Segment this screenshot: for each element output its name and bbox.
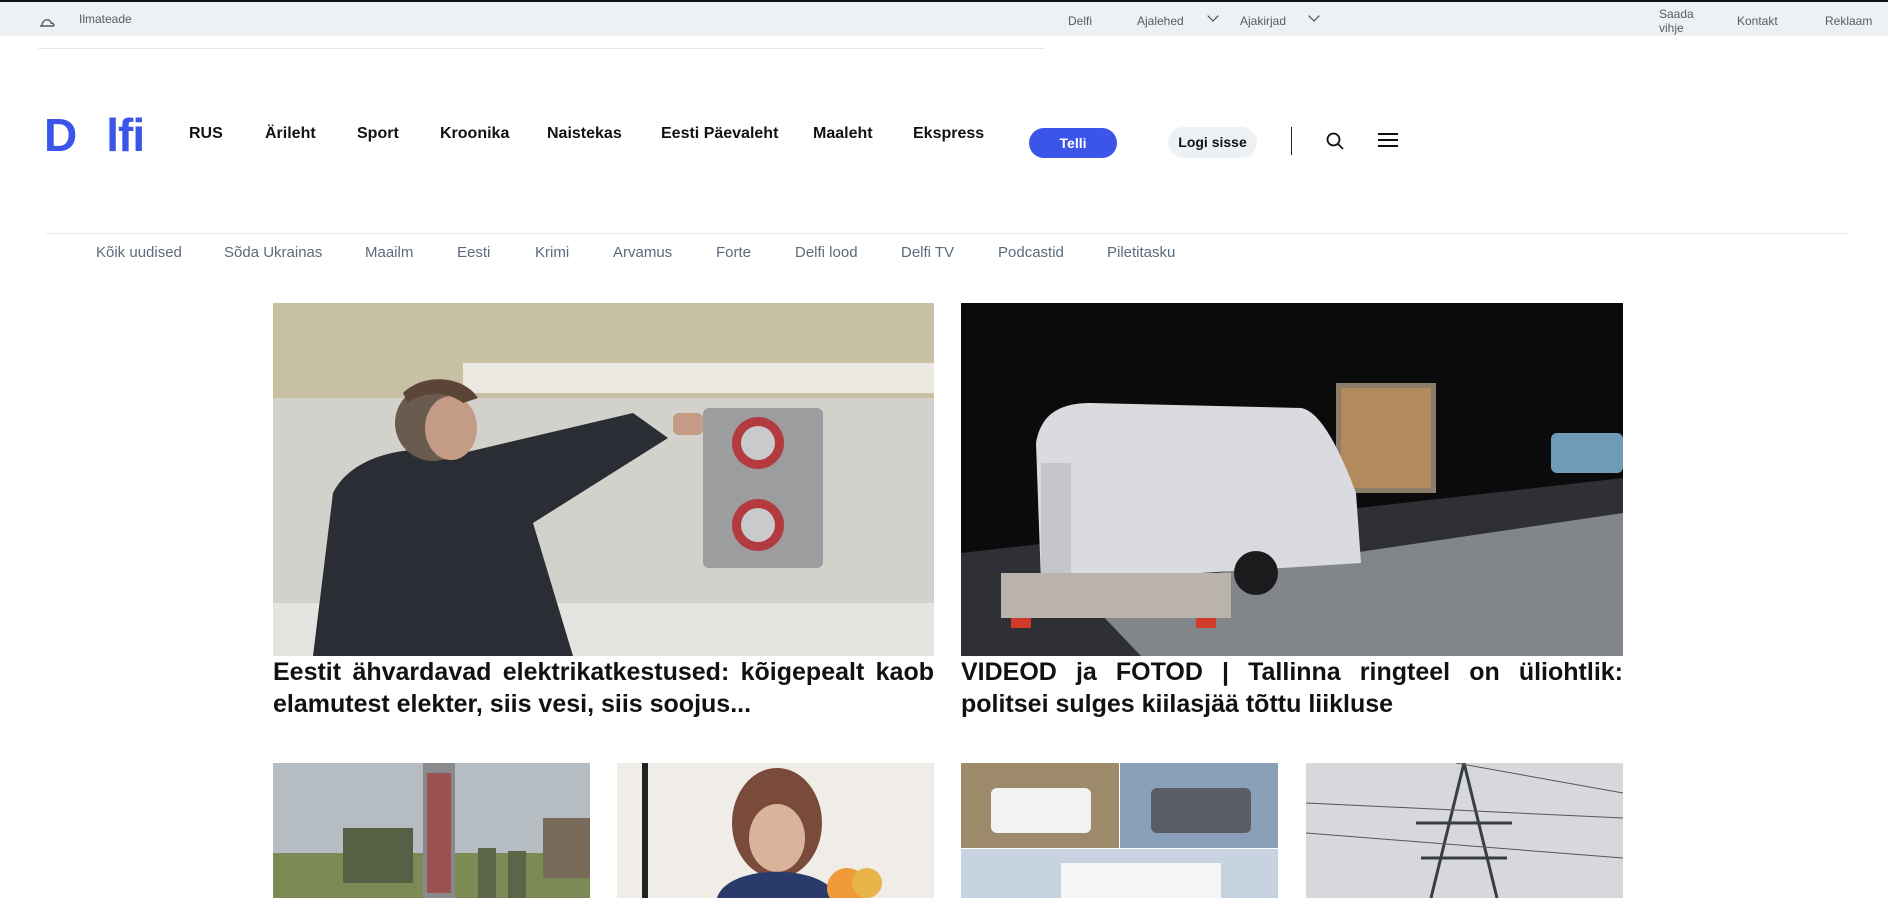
nav-item-ekspress[interactable]: Ekspress — [913, 124, 984, 144]
nav-item-kroonika[interactable]: Kroonika — [440, 124, 509, 144]
article-image[interactable] — [961, 303, 1623, 656]
nav-item-rus[interactable]: RUS — [189, 124, 223, 144]
contact-link[interactable]: Kontakt — [1737, 14, 1778, 28]
send-tip-link-line1[interactable]: Saada — [1659, 7, 1694, 21]
ajakirjad-dropdown[interactable]: Ajakirjad — [1240, 14, 1286, 28]
nav-item-eesti-paevaleht[interactable]: Eesti Päevaleht — [661, 124, 778, 144]
login-button[interactable]: Logi sisse — [1168, 127, 1257, 158]
section-delfi-stories[interactable]: Delfi lood — [795, 244, 858, 262]
section-piletitasku[interactable]: Piletitasku — [1107, 244, 1175, 262]
section-war-in-ukraine[interactable]: Sõda Ukrainas — [224, 244, 322, 262]
search-icon[interactable] — [1326, 132, 1344, 150]
divider — [1291, 127, 1292, 155]
subscribe-button[interactable]: Telli — [1029, 128, 1117, 158]
logo-letters-lfi: lfi — [106, 109, 145, 161]
hamburger-menu-icon[interactable] — [1377, 131, 1399, 149]
section-estonia[interactable]: Eesti — [457, 244, 490, 262]
advertising-link[interactable]: Reklaam — [1825, 14, 1872, 28]
section-opinion[interactable]: Arvamus — [613, 244, 672, 262]
divider — [46, 233, 1848, 234]
top-utility-bar: Ilmateade Delfi Ajalehed Ajakirjad Saada… — [0, 0, 1888, 36]
article-image[interactable] — [273, 763, 590, 898]
article-headline[interactable]: Eestit ähvardavad elektrikatkestused: kõ… — [273, 656, 934, 720]
section-world[interactable]: Maailm — [365, 244, 413, 262]
section-delfi-tv[interactable]: Delfi TV — [901, 244, 954, 262]
article-image[interactable] — [1306, 763, 1623, 898]
section-crime[interactable]: Krimi — [535, 244, 569, 262]
article-image[interactable] — [961, 763, 1278, 898]
delfi-logo[interactable]: Dlfi — [44, 109, 145, 161]
send-tip-link-line2[interactable]: vihje — [1659, 21, 1684, 35]
chevron-down-icon[interactable] — [1207, 10, 1219, 22]
nav-item-maaleht[interactable]: Maaleht — [813, 124, 873, 144]
nav-item-sport[interactable]: Sport — [357, 124, 399, 144]
ajalehed-dropdown[interactable]: Ajalehed — [1137, 14, 1184, 28]
weather-link[interactable]: Ilmateade — [79, 12, 132, 26]
section-podcasts[interactable]: Podcastid — [998, 244, 1064, 262]
divider — [38, 48, 1045, 49]
nav-item-arileht[interactable]: Ärileht — [265, 124, 316, 144]
nav-item-naistekas[interactable]: Naistekas — [547, 124, 622, 144]
logo-letter-d: D — [44, 109, 77, 161]
section-all-news[interactable]: Kõik uudised — [96, 244, 182, 262]
delfi-link[interactable]: Delfi — [1068, 14, 1092, 28]
article-headline[interactable]: VIDEOD ja FOTOD | Tallinna ringteel on ü… — [961, 656, 1623, 720]
section-forte[interactable]: Forte — [716, 244, 751, 262]
chevron-down-icon[interactable] — [1308, 10, 1320, 22]
article-image[interactable] — [273, 303, 934, 656]
weather-icon[interactable] — [38, 14, 56, 27]
article-image[interactable] — [617, 763, 934, 898]
